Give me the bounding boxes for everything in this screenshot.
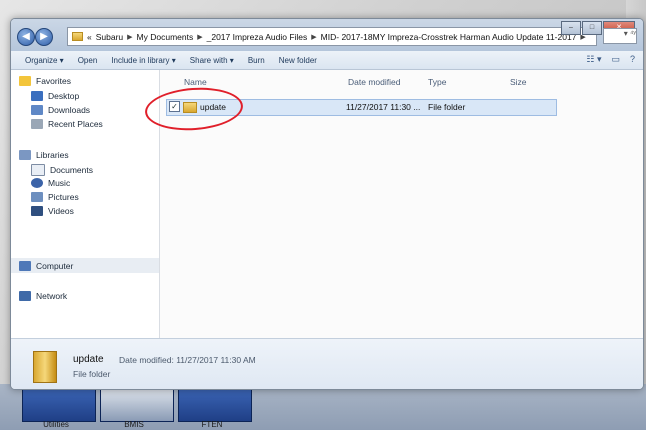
open-button[interactable]: Open [78,56,98,65]
nav-music-label: Music [48,178,71,188]
nav-downloads[interactable]: Downloads [31,105,90,115]
burn-button[interactable]: Burn [248,56,265,65]
back-arrow-icon[interactable]: ◀ [17,28,35,46]
nav-favorites-label: Favorites [36,76,71,86]
explorer-window: ◀ ▶ « Subaru ▶ My Documents ▶ _2017 Impr… [10,18,644,390]
taskbar: Utilities BMIS FTEN [0,384,646,430]
preview-pane-icon[interactable]: ▭ [611,54,620,65]
file-type: File folder [428,102,466,112]
nav-music[interactable]: Music [31,178,70,188]
star-icon [19,76,31,86]
documents-icon [31,164,45,176]
nav-pictures[interactable]: Pictures [31,192,79,202]
nav-computer-label: Computer [36,261,74,271]
nav-downloads-label: Downloads [48,105,91,115]
nav-computer[interactable]: Computer [19,261,73,271]
folder-icon [72,32,83,41]
folder-icon [33,351,57,383]
share-with-button[interactable]: Share with ▾ [190,56,234,65]
chevron-right-icon[interactable]: ▶ [197,33,202,41]
nav-desktop[interactable]: Desktop [31,91,79,101]
details-date-value: 11/27/2017 11:30 AM [176,355,256,365]
taskbar-item-utilities-tile[interactable] [22,386,96,422]
file-date-modified: 11/27/2017 11:30 ... [346,102,421,112]
column-header-size[interactable]: Size [510,77,527,87]
address-segment-current-folder[interactable]: MID- 2017-18MY Impreza-Crosstrek Harman … [321,32,577,42]
pictures-icon [31,192,43,202]
network-icon [19,291,31,301]
navigation-pane: Favorites Desktop Downloads Recent Place… [11,70,160,338]
command-bar: Organize ▾ Open Include in library ▾ Sha… [11,51,643,70]
address-segment-my-documents[interactable]: My Documents [137,32,194,42]
taskbar-label-bmis: BMIS [124,420,144,429]
address-overflow[interactable]: « [87,32,92,42]
forward-arrow-icon[interactable]: ▶ [35,28,53,46]
details-date-label: Date modified: [119,355,174,365]
nav-libraries[interactable]: Libraries [19,150,69,160]
search-input[interactable]: ▾ ⁴ʸ [603,28,637,44]
address-segment-audio-files[interactable]: _2017 Impreza Audio Files [207,32,308,42]
address-segment-subaru[interactable]: Subaru [96,32,123,42]
nav-pictures-label: Pictures [48,192,79,202]
taskbar-item-bmis-tile[interactable] [100,386,174,422]
minimize-icon[interactable]: – [561,21,581,35]
nav-videos[interactable]: Videos [31,206,74,216]
taskbar-label-ften: FTEN [201,420,223,429]
taskbar-label-utilities: Utilities [43,420,69,429]
column-header-date-modified[interactable]: Date modified [348,77,400,87]
computer-icon [19,261,31,271]
nav-documents-label: Documents [50,165,93,175]
organize-button[interactable]: Organize ▾ [25,56,64,65]
new-folder-button[interactable]: New folder [279,56,317,65]
title-bar: ◀ ▶ « Subaru ▶ My Documents ▶ _2017 Impr… [11,19,643,51]
nav-favorites[interactable]: Favorites [19,76,71,86]
nav-desktop-label: Desktop [48,91,80,101]
include-in-library-button[interactable]: Include in library ▾ [111,56,176,65]
details-name: update [73,354,104,365]
nav-recent-places-label: Recent Places [48,119,103,129]
nav-libraries-label: Libraries [36,150,69,160]
taskbar-item-ften-tile[interactable] [178,386,252,422]
nav-network[interactable]: Network [19,291,67,301]
details-pane: update Date modified: 11/27/2017 11:30 A… [11,338,643,389]
libraries-icon [19,150,31,160]
downloads-icon [31,105,43,115]
chevron-right-icon[interactable]: ▶ [311,33,316,41]
address-bar[interactable]: « Subaru ▶ My Documents ▶ _2017 Impreza … [67,27,597,46]
nav-documents[interactable]: Documents [31,164,93,176]
help-icon[interactable]: ? [630,54,635,65]
column-header-name[interactable]: Name [184,77,207,87]
details-date-modified: Date modified: 11/27/2017 11:30 AM [119,355,256,365]
nav-network-label: Network [36,291,68,301]
desktop-icon [31,91,43,101]
recent-places-icon [31,119,43,129]
details-type: File folder [73,369,111,379]
videos-icon [31,206,43,216]
column-header-type[interactable]: Type [428,77,446,87]
view-options-icon[interactable]: ☷ ▾ [586,54,601,65]
music-icon [31,178,43,188]
nav-videos-label: Videos [48,206,74,216]
nav-recent-places[interactable]: Recent Places [31,119,103,129]
chevron-right-icon[interactable]: ▶ [127,33,132,41]
maximize-icon[interactable]: □ [582,21,602,35]
